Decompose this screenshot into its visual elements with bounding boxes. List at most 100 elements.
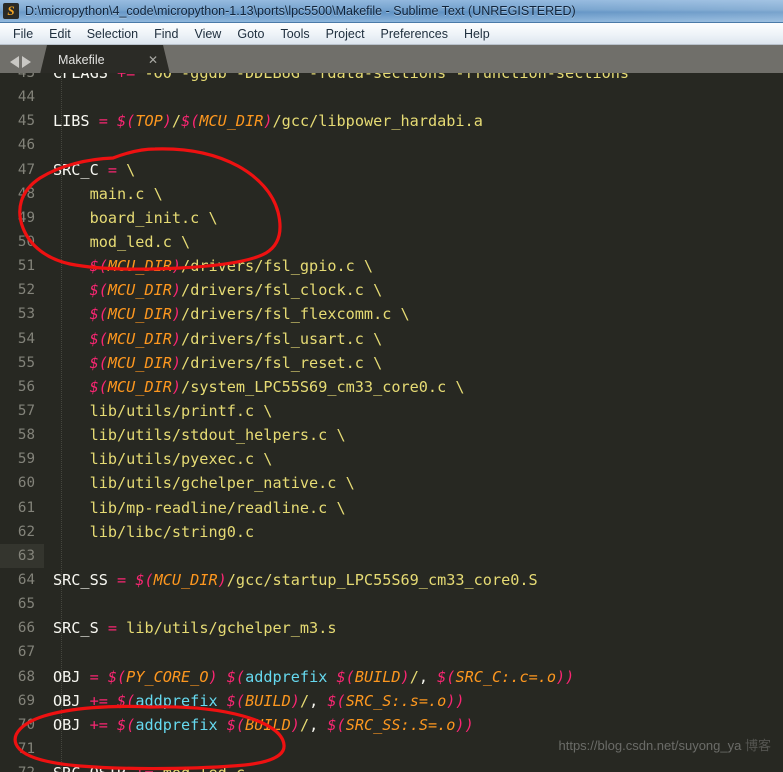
code-token: $( xyxy=(437,667,456,686)
code-text[interactable]: LIBS = $(TOP)/$(MCU_DIR)/gcc/libpower_ha… xyxy=(44,109,483,133)
line-number: 64 xyxy=(17,571,35,588)
line-number: 52 xyxy=(17,282,35,299)
code-text[interactable]: $(MCU_DIR)/system_LPC55S69_cm33_core0.c … xyxy=(44,375,465,399)
code-text[interactable]: SRC_S = lib/utils/gchelper_m3.s xyxy=(44,616,336,640)
code-token: /gcc/startup_LPC55S69_cm33_core0.S xyxy=(226,570,538,589)
code-line[interactable]: 56 $(MCU_DIR)/system_LPC55S69_cm33_core0… xyxy=(0,375,783,399)
code-token: MCU_DIR xyxy=(107,353,172,372)
code-line[interactable]: 65 xyxy=(0,592,783,616)
menu-item-project[interactable]: Project xyxy=(318,25,373,43)
code-text[interactable]: board_init.c \ xyxy=(44,206,218,230)
code-line[interactable]: 68 OBJ = $(PY_CORE_O) $(addprefix $(BUILD… xyxy=(0,665,783,689)
code-text[interactable]: $(MCU_DIR)/drivers/fsl_usart.c \ xyxy=(44,327,383,351)
code-token: SRC_SS:.S=.o xyxy=(345,715,456,734)
code-token: addprefix xyxy=(245,667,328,686)
code-line[interactable]: 48 main.c \ xyxy=(0,182,783,206)
code-text[interactable]: main.c \ xyxy=(44,182,163,206)
code-text[interactable]: $(MCU_DIR)/drivers/fsl_reset.c \ xyxy=(44,351,383,375)
code-text[interactable]: lib/utils/printf.c \ xyxy=(44,399,273,423)
menu-item-selection[interactable]: Selection xyxy=(79,25,146,43)
code-token: SRC_SS xyxy=(53,570,118,589)
arrow-left-icon[interactable] xyxy=(10,56,19,68)
code-line[interactable]: 58 lib/utils/stdout_helpers.c \ xyxy=(0,423,783,447)
code-line[interactable]: 57 lib/utils/printf.c \ xyxy=(0,399,783,423)
code-token: $( xyxy=(226,667,246,686)
close-icon[interactable]: ✕ xyxy=(148,53,158,67)
code-line[interactable]: 55 $(MCU_DIR)/drivers/fsl_reset.c \ xyxy=(0,351,783,375)
code-line[interactable]: 43 CFLAGS += -O0 -ggdb -DDEBUG -fdata-sec… xyxy=(0,73,783,85)
code-token: / xyxy=(171,112,182,131)
code-text[interactable]: lib/libc/string0.c xyxy=(44,520,255,544)
code-text[interactable]: $(MCU_DIR)/drivers/fsl_flexcomm.c \ xyxy=(44,302,410,326)
code-line[interactable]: 63 xyxy=(0,543,783,568)
code-line[interactable]: 71 xyxy=(0,737,783,761)
menu-item-view[interactable]: View xyxy=(186,25,229,43)
line-number: 63 xyxy=(0,543,44,568)
code-text[interactable]: SRC_QSTR += mod_led.c xyxy=(44,761,245,772)
line-number: 57 xyxy=(17,402,35,419)
code-line[interactable]: 60 lib/utils/gchelper_native.c \ xyxy=(0,471,783,495)
code-line[interactable]: 53 $(MCU_DIR)/drivers/fsl_flexcomm.c \ xyxy=(0,302,783,326)
code-text[interactable]: lib/mp-readline/readline.c \ xyxy=(44,496,346,520)
code-text[interactable]: SRC_SS = $(MCU_DIR)/gcc/startup_LPC55S69… xyxy=(44,568,538,592)
menu-item-help[interactable]: Help xyxy=(456,25,498,43)
code-line[interactable]: 61 lib/mp-readline/readline.c \ xyxy=(0,496,783,520)
code-editor[interactable]: 43 CFLAGS += -O0 -ggdb -DDEBUG -fdata-sec… xyxy=(0,73,783,772)
code-text[interactable]: lib/utils/gchelper_native.c \ xyxy=(44,471,355,495)
code-text[interactable]: CFLAGS += -O0 -ggdb -DDEBUG -fdata-secti… xyxy=(44,73,629,85)
line-number: 54 xyxy=(17,330,35,347)
code-line[interactable]: 46 xyxy=(0,133,783,157)
line-number: 46 xyxy=(17,137,35,154)
code-line[interactable]: 66 SRC_S = lib/utils/gchelper_m3.s xyxy=(0,616,783,640)
code-token: / xyxy=(409,667,419,686)
code-line[interactable]: 47 SRC_C = \ xyxy=(0,158,783,182)
tab-bar: Makefile ✕ xyxy=(0,45,783,74)
code-token: MCU_DIR xyxy=(199,112,264,131)
menu-item-file[interactable]: File xyxy=(5,25,41,43)
line-number: 59 xyxy=(17,451,35,468)
code-text[interactable]: $(MCU_DIR)/drivers/fsl_gpio.c \ xyxy=(44,254,374,278)
code-line[interactable]: 72SRC_QSTR += mod_led.c xyxy=(0,761,783,772)
code-line[interactable]: 50 mod_led.c \ xyxy=(0,230,783,254)
code-text[interactable]: OBJ = $(PY_CORE_O) $(addprefix $(BUILD)/… xyxy=(44,665,574,689)
code-line[interactable]: 64 SRC_SS = $(MCU_DIR)/gcc/startup_LPC55S… xyxy=(0,568,783,592)
menu-item-edit[interactable]: Edit xyxy=(41,25,79,43)
code-text[interactable]: mod_led.c \ xyxy=(44,230,191,254)
code-token: = xyxy=(98,112,118,131)
menu-item-tools[interactable]: Tools xyxy=(272,25,317,43)
code-token: MCU_DIR xyxy=(107,281,172,300)
code-line[interactable]: 70 OBJ += $(addprefix $(BUILD)/, $(SRC_SS… xyxy=(0,713,783,737)
code-line[interactable]: 67 xyxy=(0,640,783,664)
code-line[interactable]: 44 xyxy=(0,85,783,109)
tab-makefile[interactable]: Makefile ✕ xyxy=(40,45,170,74)
code-line[interactable]: 62 lib/libc/string0.c xyxy=(0,520,783,544)
code-token: /drivers/fsl_clock.c \ xyxy=(181,281,383,300)
code-line[interactable]: 69 OBJ += $(addprefix $(BUILD)/, $(SRC_S:… xyxy=(0,689,783,713)
code-line[interactable]: 49 board_init.c \ xyxy=(0,206,783,230)
arrow-right-icon[interactable] xyxy=(22,56,31,68)
line-number: 49 xyxy=(17,209,35,226)
code-token: \ xyxy=(126,160,136,179)
code-text[interactable]: lib/utils/pyexec.c \ xyxy=(44,447,273,471)
code-line[interactable]: 52 $(MCU_DIR)/drivers/fsl_clock.c \ xyxy=(0,278,783,302)
code-text[interactable]: $(MCU_DIR)/drivers/fsl_clock.c \ xyxy=(44,278,383,302)
code-text[interactable]: OBJ += $(addprefix $(BUILD)/, $(SRC_S:.s… xyxy=(44,689,465,713)
code-token: / xyxy=(299,691,310,710)
menu-item-goto[interactable]: Goto xyxy=(229,25,272,43)
line-number: 67 xyxy=(17,644,35,661)
code-line[interactable]: 59 lib/utils/pyexec.c \ xyxy=(0,447,783,471)
code-token: /drivers/fsl_flexcomm.c \ xyxy=(181,305,410,324)
code-line[interactable]: 45 LIBS = $(TOP)/$(MCU_DIR)/gcc/libpower_… xyxy=(0,109,783,133)
code-token: = xyxy=(89,667,108,686)
line-number: 48 xyxy=(17,185,35,202)
code-lines-container[interactable]: 43 CFLAGS += -O0 -ggdb -DDEBUG -fdata-sec… xyxy=(0,73,783,772)
code-text[interactable]: OBJ += $(addprefix $(BUILD)/, $(SRC_SS:.… xyxy=(44,713,474,737)
code-line[interactable]: 51 $(MCU_DIR)/drivers/fsl_gpio.c \ xyxy=(0,254,783,278)
code-text[interactable]: SRC_C = \ xyxy=(44,158,135,182)
menu-item-preferences[interactable]: Preferences xyxy=(373,25,456,43)
code-line[interactable]: 54 $(MCU_DIR)/drivers/fsl_usart.c \ xyxy=(0,327,783,351)
code-text[interactable]: lib/utils/stdout_helpers.c \ xyxy=(44,423,346,447)
menu-item-find[interactable]: Find xyxy=(146,25,186,43)
line-number: 65 xyxy=(17,596,35,613)
code-token: /gcc/libpower_hardabi.a xyxy=(272,112,483,131)
